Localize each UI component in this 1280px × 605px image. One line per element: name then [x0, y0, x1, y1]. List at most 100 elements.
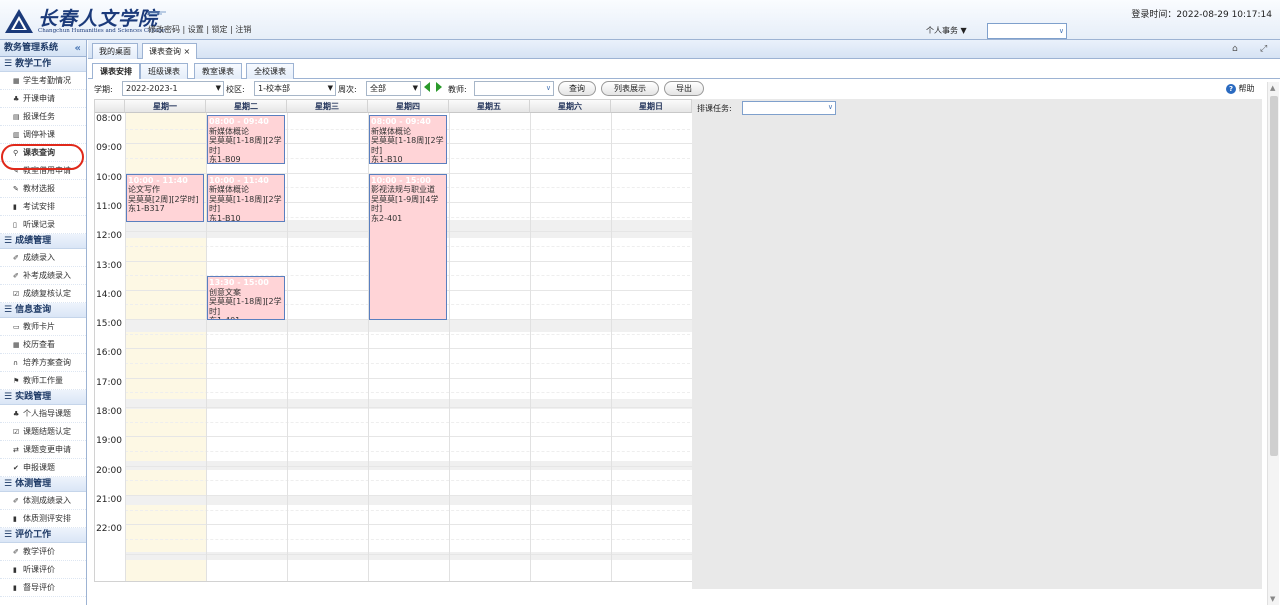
course-event[interactable]: 08:00 - 09:40 新媒体概论 吴莫莫[1-18周][2学时] 东1-B10 [369, 115, 447, 164]
subtab-class-schedule[interactable]: 班级课表 [140, 63, 188, 79]
list-view-button[interactable]: 列表展示 [601, 81, 659, 96]
fullscreen-icon[interactable]: ⤢ [1260, 44, 1267, 54]
sidebar-item[interactable]: ▦ 学生考勤情况 [0, 72, 86, 90]
sidebar-item-label: 考试安排 [23, 202, 55, 211]
card-icon: ▭ [13, 323, 20, 331]
sidebar-item[interactable]: ▮ 督导评价 [0, 579, 86, 597]
sidebar-item-label: 体质测评安排 [23, 514, 71, 523]
sidebar-item[interactable]: ▮ 体质测评安排 [0, 510, 86, 528]
sidebar-item[interactable]: ☑ 课题结题认定 [0, 423, 86, 441]
event-detail: 东1-B10 [371, 155, 403, 164]
prev-week-arrow-icon[interactable] [424, 82, 430, 92]
sidebar-item[interactable]: ▮ 考试安排 [0, 198, 86, 216]
sidebar-item[interactable]: ✐ 体测成绩录入 [0, 492, 86, 510]
sidebar-section-header[interactable]: ☰ 成绩管理 [0, 234, 86, 249]
sidebar-title-text: 教务管理系统 [4, 43, 59, 53]
term-label: 学期: [94, 85, 113, 94]
logout-link[interactable]: 注销 [235, 25, 251, 34]
subtab-schedule-arrange[interactable]: 课表安排 [92, 63, 140, 79]
event-time: 10:00 - 11:40 [128, 175, 188, 185]
term-select[interactable]: 2022-2023-1 ▼ [122, 81, 224, 96]
tab-schedule-query[interactable]: 课表查询 × [142, 43, 198, 59]
lock-link[interactable]: 锁定 [212, 25, 228, 34]
sidebar-item[interactable]: ✐ 补考成绩录入 [0, 267, 86, 285]
course-event[interactable]: 13:30 - 15:00创意文案吴莫莫[1-18周][2学时]东1-401 [207, 276, 285, 321]
subtab-bar: 课表安排 班级课表 教室课表 全校课表 [88, 59, 1280, 79]
list-icon: ☰ [4, 236, 13, 246]
settings-link[interactable]: 设置 [188, 25, 204, 34]
sidebar-item[interactable]: ▭ 教师卡片 [0, 318, 86, 336]
event-detail: 吴莫莫[1-18周][2学时] [209, 194, 282, 214]
sidebar-section-header[interactable]: ☰ 体测管理 [0, 477, 86, 492]
personal-affairs-menu[interactable]: 个人事务 ▼ [922, 23, 982, 39]
sidebar-item[interactable]: ∩ 培养方案查询 [0, 354, 86, 372]
tab-bar: 我的桌面 课表查询 × ⌂ ⤢ [88, 40, 1280, 59]
week-value: 全部 [370, 84, 386, 93]
sidebar-item[interactable]: ✎ 教材选报 [0, 180, 86, 198]
change-password-link[interactable]: 修改密码 [148, 25, 180, 34]
sidebar-item[interactable]: ▤ 报课任务 [0, 108, 86, 126]
sidebar-item[interactable]: ♣ 开课申请 [0, 90, 86, 108]
sidebar-item[interactable]: ✎ 教室借用申请 [0, 162, 86, 180]
sidebar-item-label: 调停补课 [23, 130, 55, 139]
course-event[interactable]: 10:00 - 15:00 影视法规与职业道 吴莫莫[1-9周][4学时] 东2-40… [369, 173, 447, 321]
list-icon: ☰ [4, 530, 13, 540]
next-week-arrow-icon[interactable] [436, 82, 442, 92]
scroll-up-icon[interactable]: ▲ [1270, 84, 1275, 92]
sidebar-item[interactable]: ▦ 校历查看 [0, 336, 86, 354]
scrollbar-thumb[interactable] [1270, 96, 1278, 456]
scroll-down-icon[interactable]: ▼ [1270, 595, 1275, 603]
sidebar-item[interactable]: ⚲ 课表查询 [0, 144, 86, 162]
sidebar-item[interactable]: ♣ 个人指导课题 [0, 405, 86, 423]
arrange-task-label: 排课任务: [697, 104, 732, 113]
event-detail: 东1-401 [209, 316, 283, 319]
hour-label: 12:00 [96, 231, 122, 242]
course-event[interactable]: 08:00 - 09:40 新媒体概论 吴莫莫[1-18周][2学时] 东1-B09 [207, 115, 285, 164]
subtab-room-schedule[interactable]: 教室课表 [194, 63, 242, 79]
course-event[interactable]: 10:00 - 11:40 新媒体概论 吴莫莫[1-18周][2学时] 东1-B10 [207, 173, 285, 223]
hour-label: 10:00 [96, 172, 122, 183]
sidebar-item[interactable]: ▥ 调停补课 [0, 126, 86, 144]
help-link[interactable]: ? 帮助 [1226, 83, 1255, 94]
sidebar-item[interactable]: ▯ 听课记录 [0, 216, 86, 234]
query-button[interactable]: 查询 [558, 81, 596, 96]
sidebar-item-label: 报课任务 [23, 112, 55, 121]
sidebar-item[interactable]: ✐ 教学评价 [0, 543, 86, 561]
sidebar-item[interactable]: ▮ 听课评价 [0, 561, 86, 579]
sidebar-section-header[interactable]: ☰ 实践管理 [0, 390, 86, 405]
page-scrollbar[interactable]: ▲ ▼ [1267, 82, 1279, 605]
help-icon: ? [1226, 84, 1236, 94]
collapse-icon[interactable]: « [75, 40, 81, 57]
event-detail: 新媒体概论 [371, 126, 411, 136]
course-event[interactable]: 10:00 - 11:40 论文写作 吴莫莫[2周][2学时] 东1-B317 [126, 173, 204, 223]
sidebar-item[interactable]: ⇄ 课题变更申请 [0, 441, 86, 459]
week-select[interactable]: 全部 ▼ [366, 81, 421, 96]
home-icon[interactable]: ⌂ [1232, 44, 1238, 54]
sidebar-item[interactable]: ✔ 申报课题 [0, 459, 86, 477]
pencil-icon: ✐ [13, 497, 19, 505]
day-gridline [449, 113, 450, 581]
arrange-task-select[interactable]: ∨ [742, 101, 836, 115]
sidebar-section-header[interactable]: ☰ 评价工作 [0, 528, 86, 543]
week-calendar: 星期一 星期二 星期三 星期四 星期五 星期六 星期日 08:00 09:00 10:00 11:0… [94, 99, 694, 582]
personal-affairs-select[interactable]: ∨ [987, 23, 1067, 39]
tab-my-desktop[interactable]: 我的桌面 [92, 43, 138, 59]
hour-gridline [125, 348, 693, 350]
sidebar-item-label: 教师工作量 [23, 376, 63, 385]
top-links: 修改密码 | 设置 | 锁定 | 注销 [148, 25, 252, 34]
hour-gridline [125, 377, 693, 379]
edit-icon: ✎ [13, 167, 19, 175]
sidebar-section-header[interactable]: ☰ 教学工作 [0, 57, 86, 72]
teacher-select[interactable]: ∨ [474, 81, 554, 96]
campus-select[interactable]: 1-校本部 ▼ [254, 81, 336, 96]
sidebar-item[interactable]: ☑ 成绩复核认定 [0, 285, 86, 303]
export-button[interactable]: 导出 [664, 81, 704, 96]
sidebar-item-label: 体测成绩录入 [23, 496, 71, 505]
event-time: 10:00 - 15:00 [371, 175, 431, 185]
subtab-all-schedule[interactable]: 全校课表 [246, 63, 294, 79]
sidebar-item[interactable]: ✐ 成绩录入 [0, 249, 86, 267]
sidebar-item[interactable]: ⚑ 教师工作量 [0, 372, 86, 390]
sidebar-item-label: 补考成绩录入 [23, 271, 71, 280]
sidebar-section-header[interactable]: ☰ 信息查询 [0, 303, 86, 318]
flag-icon: ⚑ [13, 377, 20, 385]
